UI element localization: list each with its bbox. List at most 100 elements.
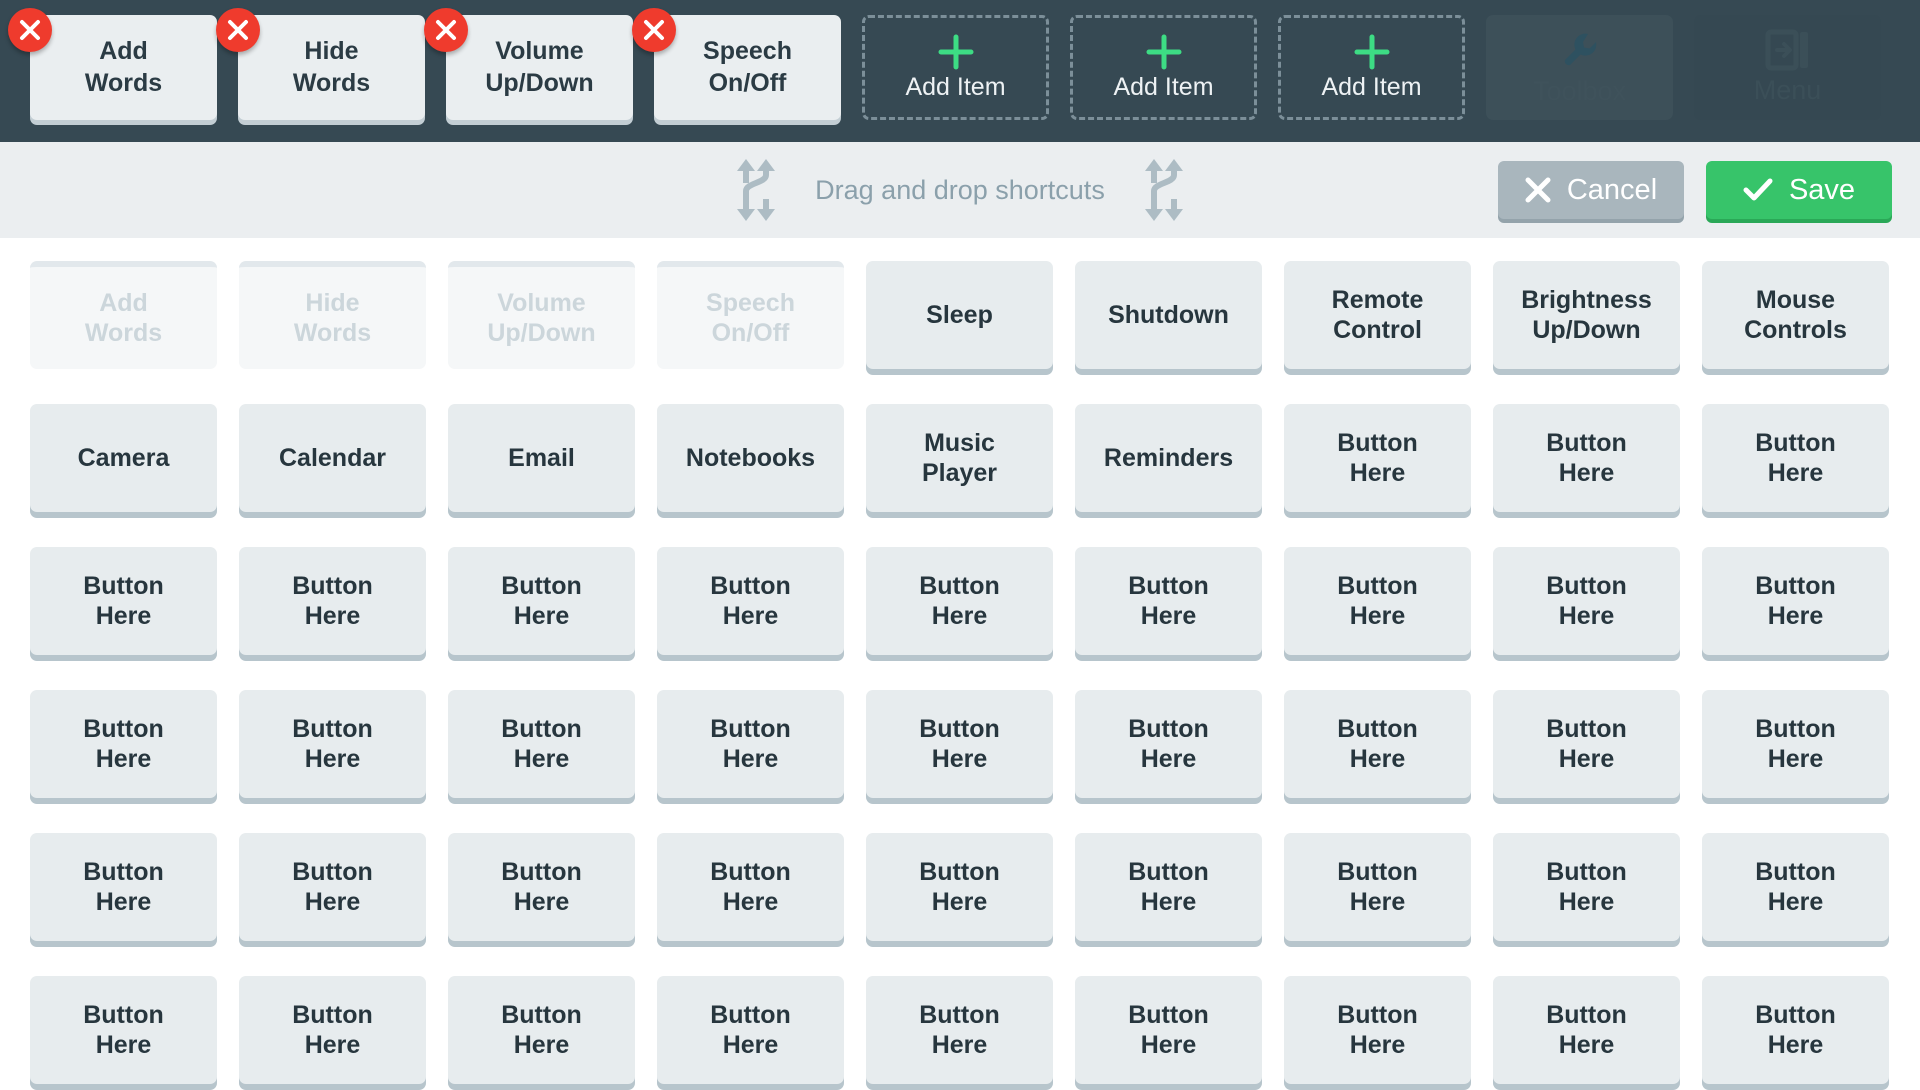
add-item-label: Add Item	[1321, 73, 1422, 101]
grid-cell-label: Button Here	[1546, 428, 1627, 488]
grid-cell[interactable]: Reminders	[1075, 404, 1262, 512]
grid-cell[interactable]: Button Here	[1702, 976, 1889, 1084]
grid-cell[interactable]: Button Here	[1702, 404, 1889, 512]
grid-cell-label: Button Here	[1337, 428, 1418, 488]
swap-vertical-icon	[1141, 159, 1187, 221]
grid-cell[interactable]: Calendar	[239, 404, 426, 512]
plus-icon	[1145, 33, 1183, 71]
grid-cell[interactable]: Notebooks	[657, 404, 844, 512]
add-item-button[interactable]: Add Item	[862, 15, 1049, 120]
grid-cell[interactable]: Button Here	[1075, 976, 1262, 1084]
top-empty-slot: Add Item	[862, 15, 1049, 120]
grid-cell[interactable]: Shutdown	[1075, 261, 1262, 369]
top-shortcut-bar: Add Words Hide Words Volume Up/Down Speech On/O…	[0, 0, 1920, 142]
grid-cell-label: Camera	[77, 443, 170, 472]
grid-cell-label: Button Here	[1755, 857, 1836, 917]
grid-cell[interactable]: Button Here	[239, 690, 426, 798]
grid-cell[interactable]: Brightness Up/Down	[1493, 261, 1680, 369]
grid-cell-label: Button Here	[710, 714, 791, 774]
grid-cell[interactable]: Button Here	[866, 833, 1053, 941]
grid-cell[interactable]: Button Here	[657, 547, 844, 655]
shortcut-grid: Add Words Hide Words Volume Up/Down Speech On/O…	[30, 261, 1890, 1090]
menu-panel-icon	[1765, 29, 1811, 71]
grid-cell-label: Sleep	[926, 300, 993, 329]
top-shortcut-card[interactable]: Volume Up/Down	[446, 15, 633, 120]
grid-cell[interactable]: Button Here	[866, 690, 1053, 798]
grid-cell-label: Button Here	[1755, 714, 1836, 774]
add-item-label: Add Item	[905, 73, 1006, 101]
grid-cell[interactable]: Button Here	[1075, 547, 1262, 655]
grid-cell[interactable]: Button Here	[1284, 976, 1471, 1084]
grid-cell[interactable]: Button Here	[1075, 690, 1262, 798]
grid-cell-label: Volume Up/Down	[487, 288, 596, 348]
grid-cell[interactable]: Button Here	[1702, 547, 1889, 655]
grid-cell[interactable]: Button Here	[1075, 833, 1262, 941]
grid-cell[interactable]: Button Here	[1702, 833, 1889, 941]
grid-cell-label: Button Here	[1128, 1000, 1209, 1060]
top-shortcut-card[interactable]: Add Words	[30, 15, 217, 120]
grid-cell[interactable]: Button Here	[30, 690, 217, 798]
grid-cell[interactable]: Button Here	[657, 976, 844, 1084]
grid-cell[interactable]: Button Here	[1493, 547, 1680, 655]
grid-cell[interactable]: Button Here	[1702, 690, 1889, 798]
grid-cell[interactable]: Button Here	[1284, 690, 1471, 798]
grid-cell[interactable]: Button Here	[866, 547, 1053, 655]
grid-cell[interactable]: Button Here	[1284, 404, 1471, 512]
grid-cell[interactable]: Button Here	[239, 547, 426, 655]
grid-cell[interactable]: Button Here	[1284, 547, 1471, 655]
grid-cell-label: Button Here	[1337, 857, 1418, 917]
grid-cell-label: Button Here	[1755, 428, 1836, 488]
top-shortcut-label: Add Words	[84, 37, 163, 97]
top-shortcut-card[interactable]: Hide Words	[238, 15, 425, 120]
grid-cell-label: Brightness Up/Down	[1521, 285, 1652, 345]
cancel-button[interactable]: Cancel	[1498, 161, 1684, 219]
top-shortcut-slot: Hide Words	[216, 8, 425, 120]
grid-cell[interactable]: Button Here	[30, 833, 217, 941]
grid-cell[interactable]: Button Here	[239, 976, 426, 1084]
grid-cell-label: Button Here	[501, 857, 582, 917]
grid-cell[interactable]: Button Here	[657, 690, 844, 798]
grid-cell-label: Button Here	[1546, 857, 1627, 917]
grid-cell[interactable]: Button Here	[30, 547, 217, 655]
menu-button: Menu	[1694, 15, 1881, 120]
top-empty-slot: Add Item	[1070, 15, 1257, 120]
grid-cell-label: Button Here	[83, 714, 164, 774]
grid-cell[interactable]: Sleep	[866, 261, 1053, 369]
top-shortcut-card[interactable]: Speech On/Off	[654, 15, 841, 120]
grid-cell[interactable]: Button Here	[1493, 833, 1680, 941]
grid-cell[interactable]: Button Here	[1284, 833, 1471, 941]
grid-cell[interactable]: Button Here	[448, 833, 635, 941]
grid-cell[interactable]: Button Here	[866, 976, 1053, 1084]
save-button[interactable]: Save	[1706, 161, 1892, 219]
remove-shortcut-button[interactable]	[632, 8, 676, 52]
grid-cell[interactable]: Email	[448, 404, 635, 512]
top-fixed-slot: Menu	[1694, 15, 1881, 120]
grid-cell-disabled: Add Words	[30, 261, 217, 369]
grid-cell[interactable]: Button Here	[657, 833, 844, 941]
grid-cell[interactable]: Mouse Controls	[1702, 261, 1889, 369]
grid-cell[interactable]: Button Here	[30, 976, 217, 1084]
grid-cell-label: Button Here	[83, 857, 164, 917]
grid-cell[interactable]: Remote Control	[1284, 261, 1471, 369]
grid-cell[interactable]: Music Player	[866, 404, 1053, 512]
add-item-button[interactable]: Add Item	[1278, 15, 1465, 120]
cancel-button-label: Cancel	[1566, 173, 1658, 206]
grid-cell-label: Music Player	[921, 428, 998, 488]
plus-icon	[1353, 33, 1391, 71]
grid-cell[interactable]: Button Here	[1493, 690, 1680, 798]
remove-shortcut-button[interactable]	[8, 8, 52, 52]
grid-cell[interactable]: Button Here	[448, 547, 635, 655]
remove-shortcut-button[interactable]	[424, 8, 468, 52]
grid-cell[interactable]: Button Here	[448, 690, 635, 798]
grid-cell[interactable]: Button Here	[448, 976, 635, 1084]
remove-shortcut-button[interactable]	[216, 8, 260, 52]
toolbox-button: Toolbox	[1486, 15, 1673, 120]
grid-cell[interactable]: Button Here	[1493, 404, 1680, 512]
grid-cell-label: Button Here	[1128, 714, 1209, 774]
grid-cell[interactable]: Button Here	[1493, 976, 1680, 1084]
grid-cell[interactable]: Camera	[30, 404, 217, 512]
top-shortcut-slot: Volume Up/Down	[424, 8, 633, 120]
grid-cell-label: Add Words	[84, 288, 163, 348]
add-item-button[interactable]: Add Item	[1070, 15, 1257, 120]
grid-cell[interactable]: Button Here	[239, 833, 426, 941]
